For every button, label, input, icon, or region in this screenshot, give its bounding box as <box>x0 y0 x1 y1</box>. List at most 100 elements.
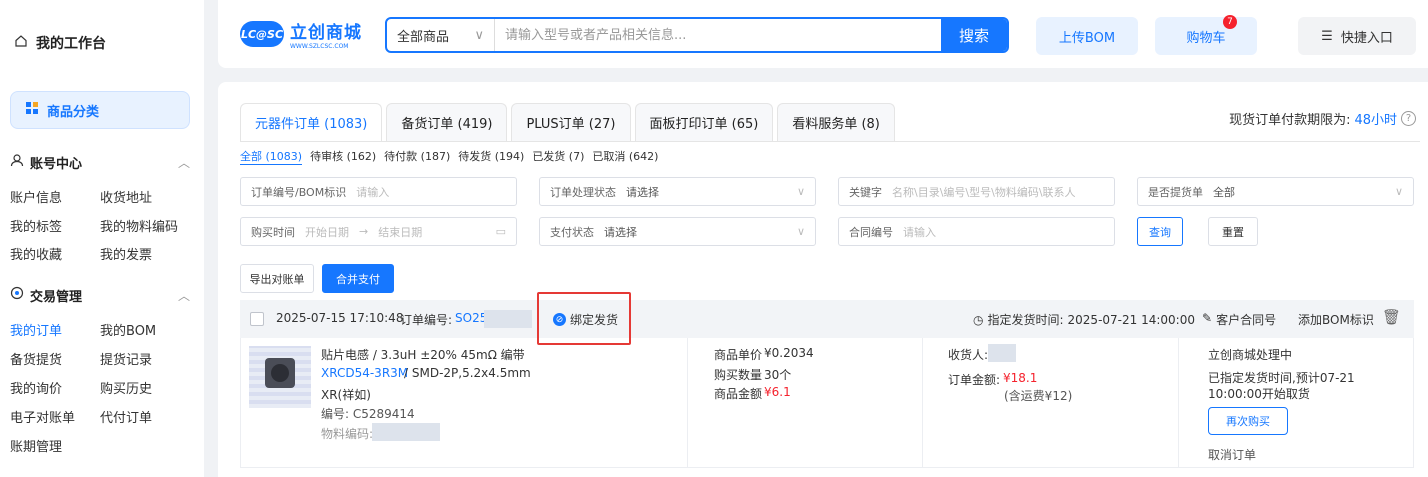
trash-icon[interactable]: 🗑 <box>1382 308 1401 326</box>
top-header: LC@SC 立创商城 WWW.SZLCSC.COM 全部商品 ∨ 搜索 上传BO… <box>218 0 1428 68</box>
sidebar-item-purchase-history[interactable]: 购买历史 <box>100 378 152 397</box>
material-code-masked <box>372 423 440 441</box>
query-button[interactable]: 查询 <box>1137 217 1183 246</box>
keyword-field[interactable]: 关键字 名称\目录\编号\型号\物料编码\联系人 <box>838 177 1115 206</box>
material-code-label: 物料编码: <box>321 427 374 441</box>
pickup-select[interactable]: 是否提货单 全部 ∨ <box>1137 177 1414 206</box>
cart-count-badge: 7 <box>1223 15 1237 29</box>
contract-no-field[interactable]: 合同编号 请输入 <box>838 217 1115 246</box>
search-input[interactable] <box>495 19 941 51</box>
reset-button[interactable]: 重置 <box>1208 217 1258 246</box>
chevron-down-icon: ∨ <box>1394 185 1403 198</box>
product-image[interactable] <box>249 346 311 408</box>
pay-status-select[interactable]: 支付状态 请选择 ∨ <box>539 217 816 246</box>
tab-panel-print-orders[interactable]: 面板打印订单 (65) <box>634 103 774 141</box>
sidebar-item-my-orders[interactable]: 我的订单 <box>10 320 62 339</box>
sidebar-item-material-code[interactable]: 我的物料编码 <box>100 216 178 235</box>
product-brand: XR(祥如) <box>321 388 371 402</box>
quick-entry-button[interactable]: ☰ 快捷入口 <box>1298 17 1416 55</box>
clock-icon: ◷ <box>973 312 984 327</box>
export-statement-button[interactable]: 导出对账单 <box>240 264 314 293</box>
home-icon <box>14 34 28 52</box>
sidebar-item-invoices[interactable]: 我的发票 <box>100 244 152 263</box>
logo-badge: LC@SC <box>240 21 284 47</box>
subtab-cancelled[interactable]: 已取消 (642) <box>592 148 658 165</box>
calendar-icon: ▭ <box>495 225 506 238</box>
cancel-order-link[interactable]: 取消订单 <box>1208 446 1256 463</box>
sidebar: 我的工作台 商品分类 账号中心 ︿ 账户信息 收货地址 我的标签 我的物料编码 … <box>0 0 204 477</box>
amount-label: 商品金额 <box>714 387 763 401</box>
status-filter-tabs: 全部 (1083) 待审核 (162) 待付款 (187) 待发货 (194) … <box>240 148 658 165</box>
search-bar: 全部商品 ∨ 搜索 <box>385 17 1009 53</box>
menu-icon: ☰ <box>1321 28 1333 44</box>
workspace-title[interactable]: 我的工作台 <box>14 33 106 53</box>
chevron-down-icon: ∨ <box>796 225 805 238</box>
cart-button[interactable]: 购物车 7 <box>1155 15 1257 55</box>
help-icon[interactable]: ? <box>1401 111 1416 126</box>
sidebar-item-account-info[interactable]: 账户信息 <box>10 187 62 206</box>
search-button[interactable]: 搜索 <box>941 19 1007 51</box>
tab-component-orders[interactable]: 元器件订单 (1083) <box>240 103 383 141</box>
unit-price-label: 商品单价 <box>714 348 763 362</box>
total-label: 订单金额: <box>948 373 1001 387</box>
sidebar-item-stock-pickup[interactable]: 备货提货 <box>10 349 62 368</box>
quantity-label: 购买数量 <box>714 368 763 382</box>
trade-icon <box>10 286 24 304</box>
sidebar-item-inquiries[interactable]: 我的询价 <box>10 378 62 397</box>
site-logo[interactable]: LC@SC 立创商城 WWW.SZLCSC.COM <box>240 18 380 50</box>
rebuy-button[interactable]: 再次购买 <box>1208 407 1288 435</box>
sidebar-item-statements[interactable]: 电子对账单 <box>10 407 75 426</box>
order-datetime: 2025-07-15 17:10:48 <box>276 311 404 325</box>
subtab-pending-payment[interactable]: 待付款 (187) <box>384 148 450 165</box>
chevron-up-icon: ︿ <box>177 155 190 170</box>
tab-inspection-orders[interactable]: 看料服务单 (8) <box>777 103 895 141</box>
column-divider <box>1178 338 1179 468</box>
order-total: ¥18.1 <box>1003 371 1038 385</box>
user-icon <box>10 153 24 171</box>
search-category-select[interactable]: 全部商品 ∨ <box>387 19 495 51</box>
subtab-pending-shipment[interactable]: 待发货 (194) <box>458 148 524 165</box>
payment-deadline: 现货订单付款期限为: 48小时 ? <box>1229 109 1416 128</box>
tab-stock-orders[interactable]: 备货订单 (419) <box>386 103 508 141</box>
subtab-shipped[interactable]: 已发货 (7) <box>532 148 584 165</box>
customer-contract-link[interactable]: ✎ 客户合同号 <box>1202 311 1276 328</box>
receiver-masked <box>988 344 1016 362</box>
product-name: 贴片电感 / 3.3uH ±20% 45mΩ 编带 <box>321 348 525 362</box>
sidebar-item-my-bom[interactable]: 我的BOM <box>100 320 156 339</box>
trade-mgmt-header[interactable]: 交易管理 ︿ <box>10 284 196 306</box>
order-no-label: 订单编号: <box>400 313 453 327</box>
merge-pay-button[interactable]: 合并支付 <box>322 264 394 293</box>
grid-icon <box>25 101 39 119</box>
order-no-field[interactable]: 订单编号/BOM标识 请输入 <box>240 177 517 206</box>
sidebar-item-proxy-pay[interactable]: 代付订单 <box>100 407 152 426</box>
process-status-select[interactable]: 订单处理状态 请选择 ∨ <box>539 177 816 206</box>
sidebar-item-tags[interactable]: 我的标签 <box>10 216 62 235</box>
sidebar-item-credit-mgmt[interactable]: 账期管理 <box>10 436 62 455</box>
edit-icon: ✎ <box>1202 311 1213 325</box>
status-note: 已指定发货时间,预计07-21 10:00:00开始取货 <box>1208 371 1355 401</box>
order-status: 立创商城处理中 <box>1208 348 1293 362</box>
sidebar-item-address[interactable]: 收货地址 <box>100 187 152 206</box>
subtab-pending-review[interactable]: 待审核 (162) <box>310 148 376 165</box>
chevron-up-icon: ︿ <box>177 288 190 303</box>
product-model-link[interactable]: XRCD54-3R3M <box>321 366 408 380</box>
subtab-all[interactable]: 全部 (1083) <box>240 148 303 165</box>
unit-price: ¥0.2034 <box>764 346 814 360</box>
account-center-header[interactable]: 账号中心 ︿ <box>10 151 196 173</box>
tab-plus-orders[interactable]: PLUS订单 (27) <box>511 103 631 141</box>
upload-bom-button[interactable]: 上传BOM <box>1036 17 1138 55</box>
logo-text: 立创商城 <box>290 23 362 43</box>
product-package: / SMD-2P,5.2x4.5mm <box>404 366 531 380</box>
order-no-link[interactable]: SO25 <box>455 311 487 325</box>
purchase-date-range[interactable]: 购买时间 开始日期 → 结束日期 ▭ <box>240 217 517 246</box>
category-button[interactable]: 商品分类 <box>10 91 190 129</box>
sidebar-item-pickup-records[interactable]: 提货记录 <box>100 349 152 368</box>
quantity: 30个 <box>764 368 792 382</box>
sidebar-item-favorites[interactable]: 我的收藏 <box>10 244 62 263</box>
add-bom-tag-link[interactable]: 添加BOM标识 <box>1298 311 1374 328</box>
order-no-masked <box>484 310 532 328</box>
ship-time: ◷ 指定发货时间: 2025-07-21 14:00:00 <box>973 312 1195 328</box>
column-divider <box>922 338 923 468</box>
order-checkbox[interactable] <box>250 312 264 326</box>
tab-divider <box>240 141 1420 142</box>
